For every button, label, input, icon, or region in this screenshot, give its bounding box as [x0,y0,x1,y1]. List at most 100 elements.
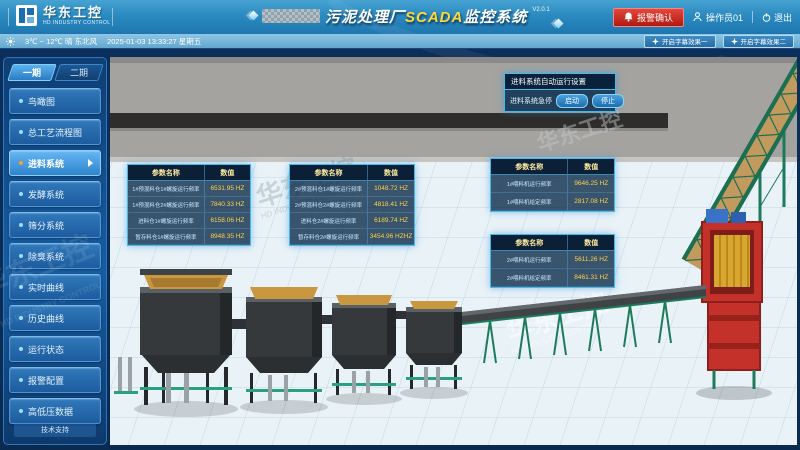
tab-phase-2[interactable]: 二期 [54,64,103,81]
divider [752,11,753,23]
silo-1-params-panel: 参数名称 数值 1#预混料仓1#螺旋运行频率 6531.95 HZ 1#预混料仓… [127,164,251,246]
bullet-icon [19,285,23,289]
alarm-confirm-button[interactable]: 报警确认 [613,8,684,27]
stop-label: 停止 [601,96,615,106]
param-name: 1#喂料机给定频率 [491,193,568,211]
app-header: 华东工控 HD INDUSTRY CONTROL 污泥处理厂SCADA监控系统 … [0,0,800,34]
param-value: 9646.25 HZ [568,175,614,193]
sidebar-item-history-curve[interactable]: 历史曲线 [9,305,101,331]
feeder-2-params-panel: 参数名称 数值 2#喂料机运行频率 5611.26 HZ 2#喂料机给定频率 8… [490,234,615,288]
user-icon [693,12,702,22]
sidebar-item-running-status[interactable]: 运行状态 [9,336,101,362]
divider [112,8,113,26]
sidebar-item-birdview[interactable]: 鸟瞰图 [9,88,101,114]
bell-icon [624,12,633,22]
sidebar-item-label: 实时曲线 [28,281,64,294]
tech-support-label: 技术支持 [41,425,69,435]
emergency-stop-label: 进料系统急停 [510,96,552,106]
logo: 华东工控 HD INDUSTRY CONTROL [16,5,110,26]
param-value: 5611.26 HZ [568,251,614,269]
power-icon [762,13,771,22]
sidebar-item-hv-lv-data[interactable]: 高低压数据 [9,398,101,424]
censored-plant-name [262,9,320,23]
param-name: 进料仓1#螺旋运行频率 [128,213,205,229]
bullet-icon [19,192,23,196]
sidebar-item-fermentation-system[interactable]: 发酵系统 [9,181,101,207]
sidebar-item-label: 鸟瞰图 [28,95,55,108]
sparkle-icon [652,38,659,45]
subtitle-effect-2-button[interactable]: 开启字幕效果二 [723,35,795,48]
bin-material [250,287,318,299]
column-header-param: 参数名称 [290,165,368,181]
phase-tabs: 一期 二期 [10,64,100,81]
param-value: 8461.31 HZ [568,269,614,287]
param-value: 2817.08 HZ [568,193,614,211]
datetime-text: 2025-01-03 13:33:27 星期五 [107,36,201,47]
param-value: 6158.06 HZ [205,213,250,229]
sidebar-item-label: 运行状态 [28,343,64,356]
sidebar-item-label: 历史曲线 [28,312,64,325]
divider [8,8,9,26]
bullet-icon [19,378,23,382]
title-scada: SCADA [405,9,463,26]
sidebar-item-label: 筛分系统 [28,219,64,232]
popup-title: 进料系统自动运行设置 [505,74,615,90]
sidebar-item-process-flow[interactable]: 总工艺流程图 [9,119,101,145]
feed-auto-run-popup: 进料系统自动运行设置 进料系统急停 启动 停止 [504,73,616,112]
bullet-icon [19,161,23,165]
sidebar-item-label: 总工艺流程图 [28,126,82,139]
sidebar-item-deodorization-system[interactable]: 除臭系统 [9,243,101,269]
plant-3d-scene: 华东工控 HD INDUSTRY CONTROL 华东工控 HD INDUSTR… [110,57,797,445]
version-label: V2.0.1 [532,7,549,13]
start-label: 启动 [565,96,579,106]
column-header-value: 数值 [568,235,614,251]
sidebar-item-feed-system[interactable]: 进料系统 [9,150,101,176]
sidebar-item-screening-system[interactable]: 筛分系统 [9,212,101,238]
operator-info[interactable]: 操作员01 [693,11,743,24]
param-value: 6189.74 HZ [368,213,414,229]
title-suffix: 监控系统 [463,9,527,26]
column-header-value: 数值 [205,165,250,181]
feeder-1-params-panel: 参数名称 数值 1#喂料机运行频率 9646.25 HZ 1#喂料机给定频率 2… [490,158,615,212]
bin-material [410,301,458,309]
sidebar-item-label: 高低压数据 [28,405,73,418]
stop-button[interactable]: 停止 [592,94,624,108]
param-name: 2#预混料仓2#螺旋运行频率 [290,197,368,213]
subtitle-effect-2-label: 开启字幕效果二 [741,36,787,46]
sidebar-item-label: 报警配置 [28,374,64,387]
param-name: 暂存料仓2#螺旋运行频率 [290,229,368,245]
road [110,57,797,162]
param-name: 1#预混料仓1#螺旋运行频率 [128,181,205,197]
sidebar-item-alarm-config[interactable]: 报警配置 [9,367,101,393]
param-name: 暂存料仓1#螺旋运行频率 [128,229,205,245]
subtitle-effect-1-button[interactable]: 开启字幕效果一 [644,35,716,48]
param-value: 8948.35 HZ [205,229,250,245]
bullet-icon [19,223,23,227]
start-button[interactable]: 启动 [556,94,588,108]
param-value: 7840.33 HZ [205,197,250,213]
param-value: 1048.72 HZ [368,181,414,197]
diamond-icon [249,11,259,21]
status-bar: 3℃ ~ 12℃ 晴 东北风 2025-01-03 13:33:27 星期五 开… [0,34,800,49]
logo-title: 华东工控 [43,6,110,19]
param-name: 2#预混料仓1#螺旋运行频率 [290,181,368,197]
sidebar-item-realtime-curve[interactable]: 实时曲线 [9,274,101,300]
weather-text: 3℃ ~ 12℃ 晴 东北风 [25,36,97,47]
bullet-icon [19,347,23,351]
tab-phase-1[interactable]: 一期 [7,64,56,81]
logo-icon [16,5,37,26]
param-value: 4818.41 HZ [368,197,414,213]
logo-subtitle: HD INDUSTRY CONTROL [43,21,110,26]
column-header-value: 数值 [368,165,414,181]
sparkle-icon [731,38,738,45]
weather-icon [6,37,15,46]
bullet-icon [19,409,23,413]
column-header-param: 参数名称 [128,165,205,181]
operator-label: 操作员01 [706,11,743,24]
logout-button[interactable]: 退出 [762,11,792,24]
logout-label: 退出 [774,11,792,24]
param-name: 2#喂料机运行频率 [491,251,568,269]
tech-support-link[interactable]: 技术支持 [14,423,96,437]
bullet-icon [19,130,23,134]
bullet-icon [19,99,23,103]
